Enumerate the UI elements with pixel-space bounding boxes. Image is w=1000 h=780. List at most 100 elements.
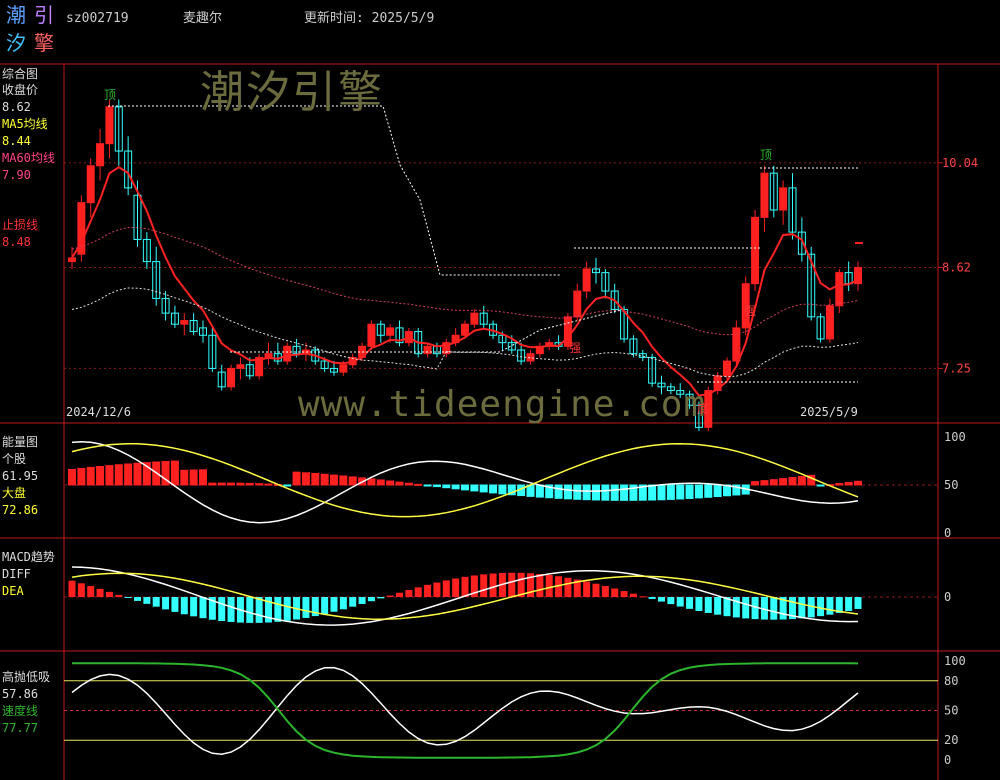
candle-body bbox=[96, 143, 105, 167]
macd-bar bbox=[96, 588, 104, 597]
energy-bar bbox=[339, 475, 348, 486]
macd-bar bbox=[152, 597, 160, 607]
macd-bar bbox=[592, 583, 600, 597]
y-tick-label: 20 bbox=[944, 733, 958, 747]
macd-bar bbox=[87, 586, 95, 597]
macd-bar bbox=[704, 597, 712, 613]
macd-bar bbox=[442, 580, 450, 597]
hilo-speed-label: 速度线 bbox=[2, 704, 39, 718]
macd-diff-line bbox=[71, 566, 859, 626]
resistance-trail bbox=[108, 105, 560, 276]
candle-body bbox=[779, 187, 788, 211]
macd-bar bbox=[386, 595, 394, 597]
energy-bar bbox=[255, 483, 264, 486]
macd-bar bbox=[171, 597, 179, 612]
macd-bar bbox=[124, 597, 132, 598]
support-trail bbox=[230, 309, 621, 353]
hilo-speed-line bbox=[71, 662, 859, 759]
macd-bar bbox=[489, 573, 497, 597]
macd-bar bbox=[424, 584, 432, 597]
stop-marker bbox=[855, 242, 863, 244]
energy-bar bbox=[376, 479, 385, 486]
date-start: 2024/12/6 bbox=[66, 405, 132, 419]
candle-body bbox=[470, 312, 479, 325]
y-tick-label: 10.04 bbox=[942, 156, 978, 170]
candle-body bbox=[760, 172, 769, 218]
candle-body bbox=[835, 272, 844, 307]
candle-body bbox=[386, 327, 395, 336]
close-value: 8.62 bbox=[2, 100, 31, 114]
macd-bar bbox=[396, 592, 403, 597]
energy-bar bbox=[217, 482, 226, 486]
hilo-speed-value: 77.77 bbox=[2, 721, 39, 735]
macd-bar bbox=[564, 577, 572, 597]
energy-bar bbox=[666, 484, 675, 500]
candle-body bbox=[573, 290, 582, 318]
macd-bar bbox=[143, 597, 151, 604]
macd-bar bbox=[536, 573, 544, 597]
energy-bar bbox=[386, 480, 395, 486]
macd-bar bbox=[255, 597, 263, 623]
energy-bar bbox=[283, 484, 292, 487]
macd-bar bbox=[246, 597, 254, 623]
energy-bar bbox=[676, 484, 685, 500]
marker-top: 顶 bbox=[104, 88, 117, 102]
macd-bar bbox=[545, 574, 553, 597]
macd-bar bbox=[742, 597, 750, 619]
energy-bar bbox=[835, 482, 844, 486]
logo-char: 引 bbox=[34, 3, 54, 27]
energy-bar bbox=[348, 476, 357, 486]
energy-bar bbox=[395, 481, 404, 486]
energy-bar bbox=[489, 484, 498, 494]
candle-body bbox=[723, 360, 731, 377]
macd-bar bbox=[770, 597, 778, 620]
brand-logo: 潮 引 汐 擎 bbox=[6, 4, 58, 58]
energy-stock-value: 61.95 bbox=[2, 469, 39, 483]
energy-bar bbox=[582, 484, 591, 501]
energy-bar bbox=[620, 484, 629, 501]
macd-bar bbox=[115, 594, 123, 597]
macd-bar bbox=[714, 597, 722, 615]
macd-bar bbox=[686, 597, 694, 609]
marker-strong: 强 bbox=[569, 341, 582, 355]
candle-body bbox=[461, 323, 469, 336]
energy-bar bbox=[423, 484, 432, 487]
marker-top: 顶 bbox=[760, 148, 773, 162]
candle-body bbox=[264, 353, 273, 358]
energy-bar bbox=[170, 460, 179, 486]
ma5-value: 8.44 bbox=[2, 134, 31, 148]
energy-bar bbox=[208, 482, 217, 486]
energy-bar bbox=[301, 472, 310, 486]
macd-bar bbox=[162, 597, 170, 610]
candle-body bbox=[105, 106, 114, 145]
y-tick-label: 0 bbox=[944, 753, 951, 767]
macd-bar bbox=[620, 591, 628, 597]
candle-body bbox=[367, 323, 376, 347]
energy-bar bbox=[769, 479, 778, 486]
y-tick-label: 100 bbox=[944, 654, 966, 668]
energy-bar bbox=[451, 484, 460, 490]
energy-bar bbox=[320, 473, 329, 486]
macd-bar bbox=[330, 597, 338, 612]
energy-bar bbox=[264, 483, 273, 486]
macd-bar bbox=[283, 597, 291, 621]
energy-bar bbox=[563, 484, 572, 500]
close-label: 收盘价 bbox=[2, 83, 39, 97]
macd-bar bbox=[601, 586, 609, 597]
macd-bar bbox=[358, 597, 366, 604]
candle-body bbox=[825, 305, 834, 340]
macd-bar bbox=[845, 597, 853, 612]
update-time: 更新时间: 2025/5/9 bbox=[304, 11, 435, 26]
ma60-line bbox=[71, 227, 859, 336]
energy-bar bbox=[68, 468, 76, 486]
energy-bar bbox=[844, 481, 853, 486]
energy-bar bbox=[404, 482, 413, 486]
macd-bar bbox=[349, 597, 357, 607]
macd-bar bbox=[377, 597, 385, 599]
y-tick-label: 7.25 bbox=[942, 361, 971, 375]
main-title: 综合图 bbox=[2, 67, 39, 81]
energy-bar bbox=[367, 478, 376, 486]
energy-bar bbox=[199, 469, 207, 486]
macd-bar bbox=[480, 574, 488, 597]
hilo-title: 高抛低吸 bbox=[2, 670, 51, 684]
